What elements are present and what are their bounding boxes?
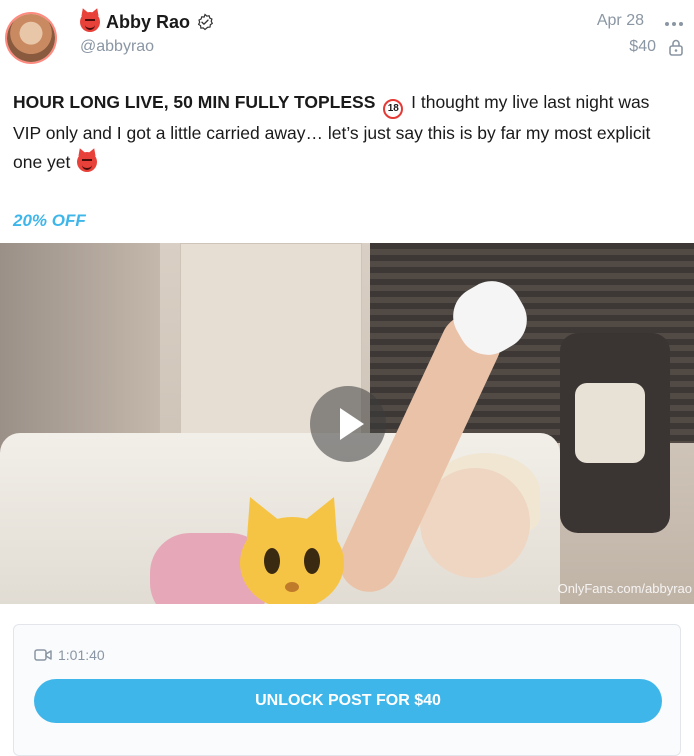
more-options-icon[interactable] <box>664 16 684 32</box>
username[interactable]: @abbyrao <box>80 38 154 56</box>
name-row: Abby Rao <box>80 10 214 34</box>
display-name[interactable]: Abby Rao <box>106 12 190 33</box>
post-text: HOUR LONG LIVE, 50 MIN FULLY TOPLESS 18 … <box>13 88 681 177</box>
unlock-post-button[interactable]: UNLOCK POST FOR $40 <box>34 679 662 723</box>
discount-label[interactable]: 20% OFF <box>13 211 86 231</box>
lock-icon <box>669 39 683 56</box>
unlock-panel: 1:01:40 UNLOCK POST FOR $40 <box>13 624 681 756</box>
video-duration: 1:01:40 <box>34 647 105 663</box>
avatar[interactable] <box>7 14 55 62</box>
adult-18-icon: 18 <box>383 99 404 119</box>
post-price: $40 <box>629 38 656 55</box>
play-button[interactable] <box>310 386 386 462</box>
watermark: OnlyFans.com/abbyrao <box>557 581 692 596</box>
devil-emoji-icon <box>80 12 100 32</box>
post-headline: HOUR LONG LIVE, 50 MIN FULLY TOPLESS <box>13 92 376 112</box>
cat-emoji-icon <box>240 497 344 604</box>
duration-text: 1:01:40 <box>58 647 105 663</box>
verified-badge-icon <box>197 13 214 31</box>
post-date: Apr 28 <box>596 12 644 29</box>
video-preview[interactable]: OnlyFans.com/abbyrao <box>0 243 694 604</box>
video-camera-icon <box>34 649 52 661</box>
devil-emoji-icon <box>77 152 98 172</box>
post-header: Abby Rao @abbyrao Apr 28 $40 <box>0 0 694 78</box>
